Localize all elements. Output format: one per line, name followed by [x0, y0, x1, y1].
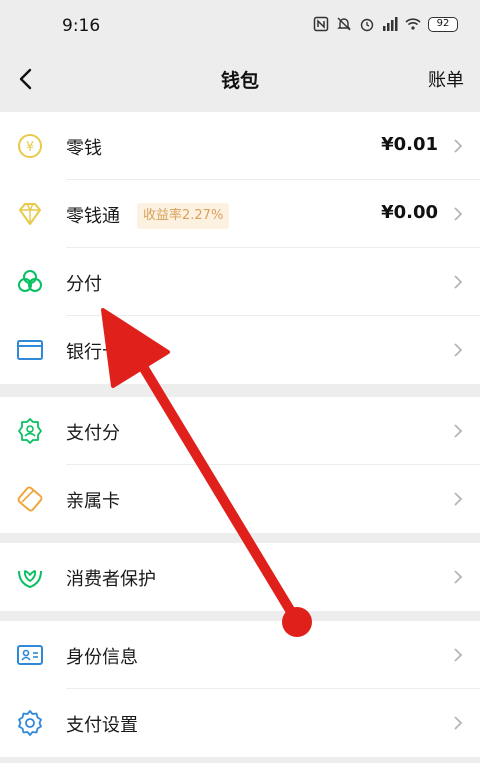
- chevron-right-icon: [454, 492, 463, 506]
- circles-icon: [16, 268, 44, 296]
- row-label: 亲属卡: [66, 491, 120, 512]
- wallet-group-protection: 消费者保护: [0, 543, 480, 611]
- bill-button[interactable]: 账单: [428, 66, 464, 92]
- protect-hands-icon: [16, 563, 44, 591]
- row-label: 零钱: [66, 138, 102, 159]
- bank-card-icon: [16, 336, 44, 364]
- row-lingqiantong[interactable]: 零钱通 ¥0.00: [0, 180, 480, 248]
- row-change[interactable]: ¥ 零钱 ¥0.01: [0, 112, 480, 180]
- row-identity-info[interactable]: 身份信息: [0, 621, 480, 689]
- row-label: 支付设置: [66, 715, 138, 736]
- wifi-icon: [405, 18, 421, 30]
- row-pay-score[interactable]: 支付分: [0, 397, 480, 465]
- alarm-icon: [360, 18, 374, 32]
- row-label: 消费者保护: [66, 569, 156, 590]
- chevron-right-icon: [454, 648, 463, 662]
- row-label: 身份信息: [66, 647, 138, 668]
- row-label: 银行卡: [66, 342, 120, 363]
- row-fenfu[interactable]: 分付: [0, 248, 480, 316]
- yield-badge: 收益率2.27%: [137, 203, 230, 229]
- nfc-icon: [313, 16, 329, 32]
- chevron-right-icon: [454, 275, 463, 289]
- row-family-card[interactable]: 亲属卡: [0, 465, 480, 533]
- settings-gear-icon: [16, 709, 44, 737]
- row-label: 零钱通: [66, 206, 120, 227]
- coin-icon: ¥: [16, 132, 44, 160]
- row-label: 分付: [66, 274, 102, 295]
- wallet-group-balance: ¥ 零钱 ¥0.01 零钱通 ¥0.00 分付 银行卡: [0, 112, 480, 384]
- chevron-right-icon: [454, 716, 463, 730]
- nav-bar: 钱包 账单: [0, 52, 480, 110]
- diamond-icon: [16, 200, 44, 228]
- lingqiantong-balance: ¥0.00: [381, 202, 438, 223]
- status-bar: 9:16 92: [0, 0, 480, 52]
- mute-bell-icon: [337, 17, 351, 31]
- change-balance: ¥0.01: [381, 134, 438, 155]
- chevron-right-icon: [454, 139, 463, 153]
- status-icons: 92: [313, 16, 458, 32]
- row-label: 支付分: [66, 423, 120, 444]
- row-bank-card[interactable]: 银行卡: [0, 316, 480, 384]
- battery-indicator: 92: [428, 16, 458, 32]
- chevron-right-icon: [454, 424, 463, 438]
- row-consumer-protection[interactable]: 消费者保护: [0, 543, 480, 611]
- chevron-right-icon: [454, 570, 463, 584]
- signal-icon: [383, 17, 398, 31]
- page-title: 钱包: [220, 70, 259, 92]
- payscore-icon: [16, 417, 44, 445]
- chevron-right-icon: [454, 343, 463, 357]
- wallet-group-settings: 身份信息 支付设置: [0, 621, 480, 757]
- status-time: 9:16: [62, 16, 101, 36]
- svg-text:¥: ¥: [26, 140, 34, 155]
- family-card-icon: [16, 485, 44, 513]
- row-payment-settings[interactable]: 支付设置: [0, 689, 480, 757]
- id-card-icon: [16, 641, 44, 669]
- wallet-group-score: 支付分 亲属卡: [0, 397, 480, 533]
- chevron-right-icon: [454, 207, 463, 221]
